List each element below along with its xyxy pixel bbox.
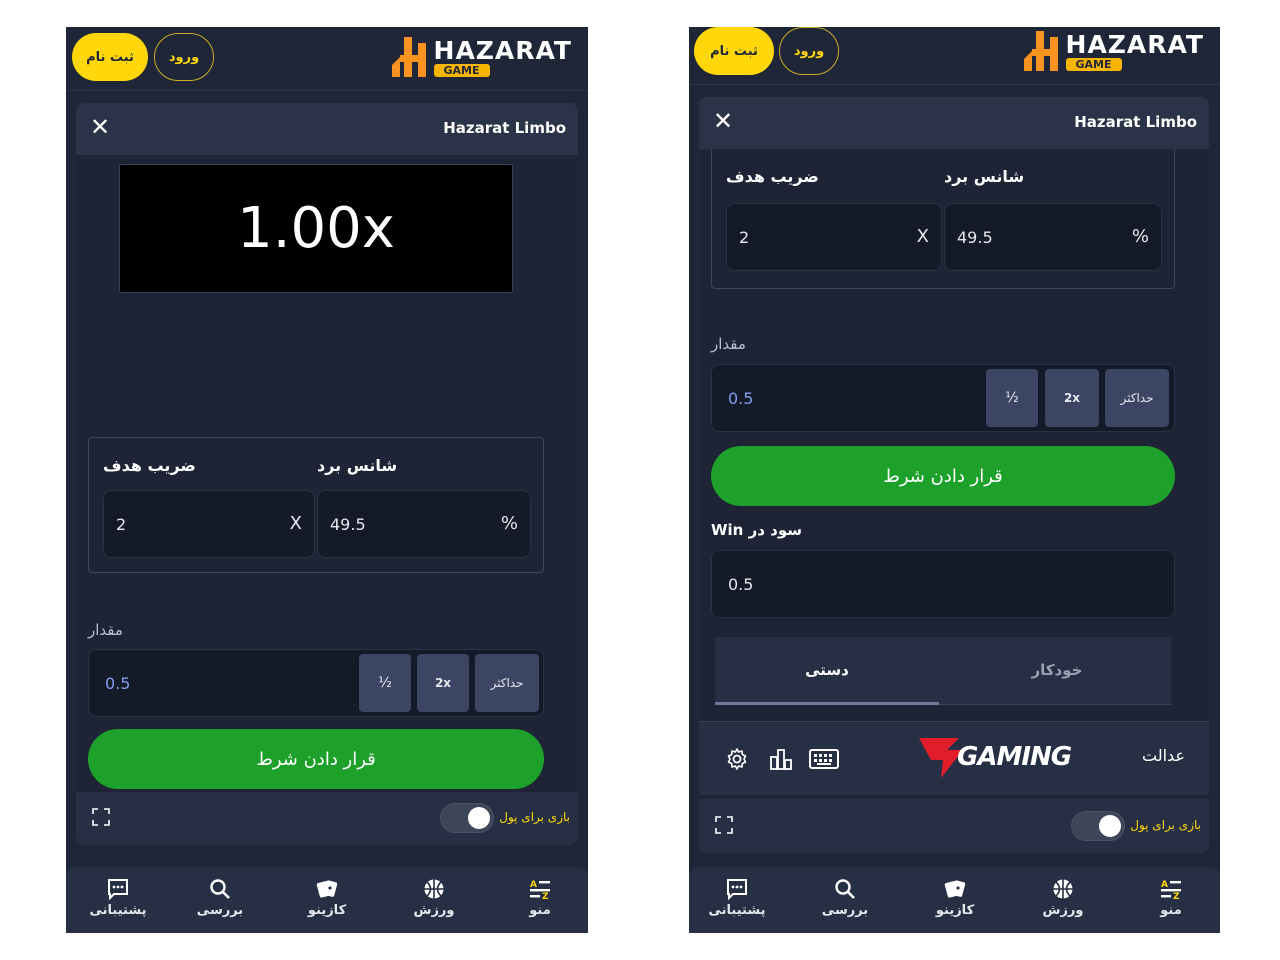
fullscreen-icon[interactable]	[92, 808, 110, 826]
modal-footer: بازی برای پول	[699, 800, 1209, 852]
amount-input[interactable]: 0.5 ½ 2x حداکثر	[88, 649, 544, 717]
mode-tabs: دستی خودکار	[715, 637, 1171, 705]
multiplier-display: 1.00x	[119, 164, 513, 293]
nav-menu[interactable]: A Z منو	[500, 877, 580, 918]
logo-sub-text: GAME	[433, 63, 490, 77]
fullscreen-icon[interactable]	[715, 816, 733, 834]
chat-icon	[727, 879, 747, 901]
real-money-toggle[interactable]	[440, 803, 494, 833]
nav-search[interactable]: بررسی	[805, 877, 885, 918]
brand-logo[interactable]: HAZARAT GAME	[390, 35, 572, 79]
half-button[interactable]: ½	[359, 654, 411, 712]
svg-text:Z: Z	[1173, 892, 1180, 901]
cards-icon	[316, 880, 338, 898]
menu-az-icon: A Z	[1161, 880, 1181, 901]
modal-header: ✕ Hazarat Limbo	[76, 103, 578, 155]
game-area: ضریب هدف شانس برد 2 X 49.5 % مقدار 0.5 ½…	[699, 149, 1209, 799]
stats-icon[interactable]	[769, 747, 793, 771]
signup-button[interactable]: ثبت نام	[694, 27, 774, 75]
nav-sports[interactable]: ورزش	[394, 877, 474, 918]
screen-right: HAZARAT GAME ورود ثبت نام ✕ Hazarat Limb…	[689, 27, 1220, 933]
real-money-toggle[interactable]	[1071, 811, 1125, 841]
game-info-bar: GAMING عدالت	[699, 721, 1209, 795]
login-button[interactable]: ورود	[779, 27, 839, 75]
nav-sports[interactable]: ورزش	[1023, 877, 1103, 918]
target-panel: ضریب هدف شانس برد 2 X 49.5 %	[711, 149, 1175, 289]
close-icon[interactable]: ✕	[90, 115, 110, 139]
basketball-icon	[1053, 879, 1073, 899]
nav-menu[interactable]: A Z منو	[1131, 877, 1211, 918]
modal-title: Hazarat Limbo	[1074, 113, 1197, 131]
game-area: 1.00x ضریب هدف شانس برد 2 X 49.5 % مقدار…	[76, 155, 578, 792]
bottom-nav: پشتیبانی بررسی کازینو ورزش A Z منو	[689, 867, 1220, 933]
provider-logo: GAMING	[917, 732, 1072, 782]
modal-header: ✕ Hazarat Limbo	[699, 97, 1209, 149]
amount-label: مقدار	[711, 335, 746, 353]
place-bet-button[interactable]: قرار دادن شرط	[88, 729, 544, 789]
screen-left: HAZARAT GAME ورود ثبت نام ✕ Hazarat Limb…	[66, 27, 588, 933]
logo-brand-text: HAZARAT	[433, 35, 572, 65]
app-header: HAZARAT GAME ورود ثبت نام	[66, 27, 588, 91]
max-button[interactable]: حداکثر	[1105, 369, 1169, 427]
half-button[interactable]: ½	[986, 369, 1038, 427]
search-icon	[835, 879, 855, 899]
target-panel: ضریب هدف شانس برد 2 X 49.5 %	[88, 437, 544, 573]
tab-manual[interactable]: دستی	[715, 637, 939, 703]
close-icon[interactable]: ✕	[713, 109, 733, 133]
win-chance-input[interactable]: 49.5 %	[944, 203, 1162, 271]
cards-icon	[944, 880, 966, 898]
target-multiplier-input[interactable]: 2 X	[726, 203, 942, 271]
search-icon	[210, 879, 230, 899]
logo-brand-text: HAZARAT	[1065, 29, 1204, 59]
nav-casino[interactable]: کازینو	[915, 877, 995, 918]
tab-indicator	[715, 702, 939, 705]
place-bet-button[interactable]: قرار دادن شرط	[711, 446, 1175, 506]
keyboard-icon[interactable]	[809, 748, 839, 770]
double-button[interactable]: 2x	[417, 654, 469, 712]
bottom-nav: پشتیبانی بررسی کازینو ورزش A Z منو	[66, 867, 588, 933]
profit-on-win-label: Win سود در	[711, 521, 803, 539]
profit-on-win-input: 0.5	[711, 550, 1175, 618]
app-header: HAZARAT GAME ورود ثبت نام	[689, 27, 1220, 85]
nav-support[interactable]: پشتیبانی	[697, 877, 777, 918]
login-button[interactable]: ورود	[154, 33, 214, 81]
brand-logo[interactable]: HAZARAT GAME	[1022, 29, 1204, 73]
target-multiplier-label: ضریب هدف	[103, 456, 196, 475]
real-money-label: بازی برای پول	[1130, 818, 1201, 832]
win-chance-label: شانس برد	[944, 167, 1025, 186]
basketball-icon	[424, 879, 444, 899]
game-modal: ✕ Hazarat Limbo 1.00x ضریب هدف شانس برد …	[76, 103, 578, 845]
win-chance-label: شانس برد	[317, 456, 398, 475]
nav-search[interactable]: بررسی	[180, 877, 260, 918]
menu-az-icon: A Z	[530, 880, 550, 901]
chat-icon	[108, 879, 128, 901]
logo-h-icon	[391, 37, 426, 77]
max-button[interactable]: حداکثر	[475, 654, 539, 712]
double-button[interactable]: 2x	[1045, 369, 1099, 427]
svg-text:Z: Z	[542, 892, 549, 901]
logo-h-icon	[1023, 31, 1058, 71]
svg-text:A: A	[1161, 880, 1168, 890]
win-chance-input[interactable]: 49.5 %	[317, 490, 531, 558]
target-multiplier-input[interactable]: 2 X	[103, 490, 315, 558]
nav-casino[interactable]: کازینو	[287, 877, 367, 918]
nav-support[interactable]: پشتیبانی	[78, 877, 158, 918]
tab-auto[interactable]: خودکار	[943, 637, 1171, 703]
svg-text:A: A	[530, 880, 537, 890]
amount-label: مقدار	[88, 621, 123, 639]
real-money-label: بازی برای پول	[499, 810, 570, 824]
target-multiplier-label: ضریب هدف	[726, 167, 819, 186]
modal-title: Hazarat Limbo	[443, 119, 566, 137]
gear-icon[interactable]	[725, 747, 749, 771]
modal-footer: بازی برای پول	[76, 792, 578, 844]
game-modal: ✕ Hazarat Limbo ضریب هدف شانس برد 2 X 49…	[699, 97, 1209, 853]
signup-button[interactable]: ثبت نام	[72, 33, 148, 81]
amount-input[interactable]: 0.5 ½ 2x حداکثر	[711, 364, 1175, 432]
logo-sub-text: GAME	[1065, 57, 1122, 71]
fairness-link[interactable]: عدالت	[1142, 746, 1185, 765]
